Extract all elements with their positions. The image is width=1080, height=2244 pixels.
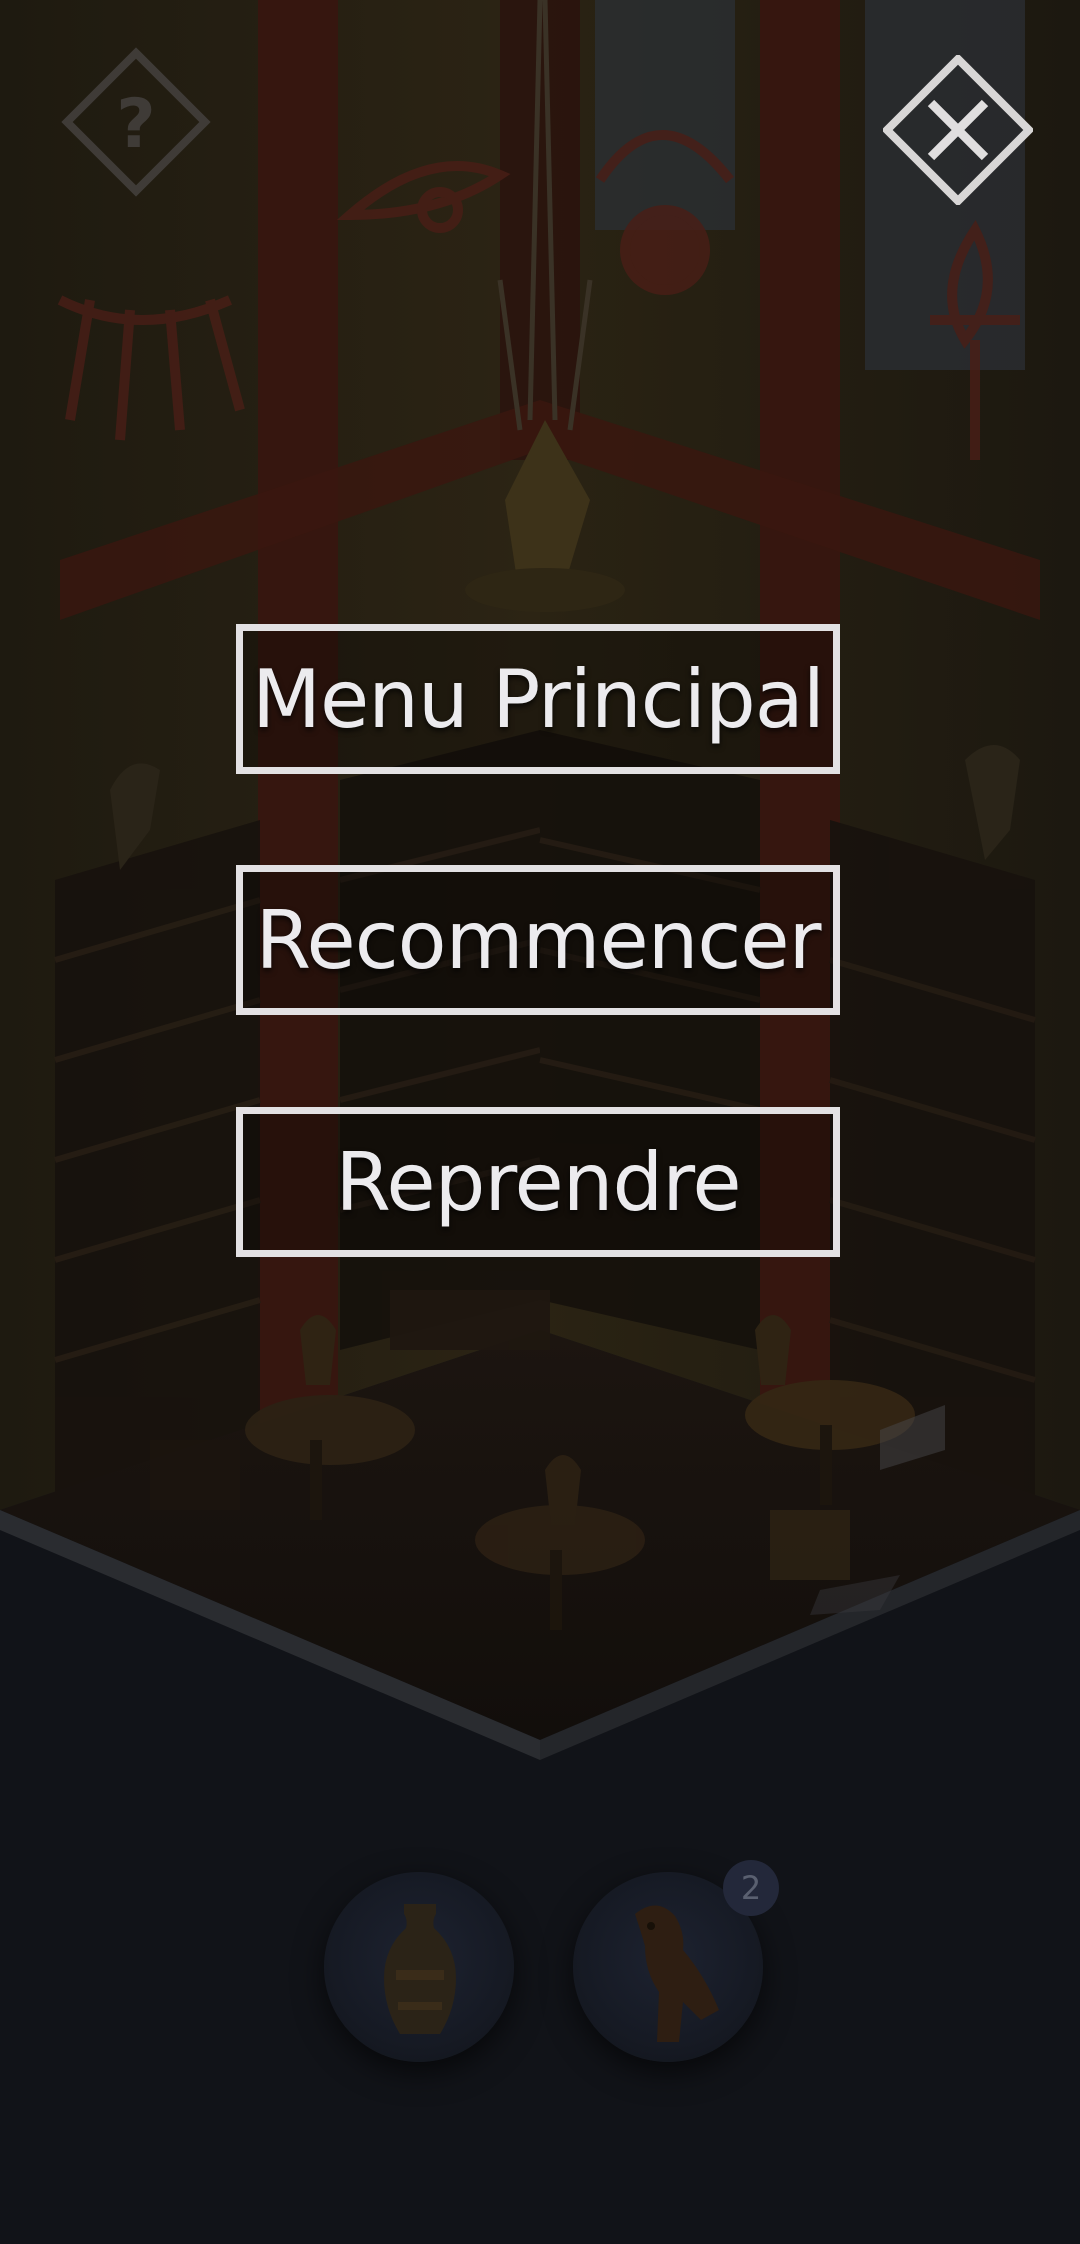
resume-label: Reprendre — [335, 1135, 741, 1229]
help-button[interactable]: ? — [61, 47, 211, 197]
vase-icon — [384, 1904, 456, 2034]
resume-button[interactable]: Reprendre — [236, 1107, 840, 1257]
restart-label: Recommencer — [255, 893, 821, 987]
close-x-diamond-icon — [881, 53, 1035, 207]
close-button[interactable] — [881, 53, 1035, 207]
game-screen: ? Menu Principal Recommencer Reprendre 2 — [0, 0, 1080, 2244]
main-menu-label: Menu Principal — [252, 652, 825, 746]
inventory-slot-vase[interactable] — [324, 1872, 514, 2062]
main-menu-button[interactable]: Menu Principal — [236, 624, 840, 774]
item-count-badge: 2 — [723, 1860, 779, 1916]
question-mark-diamond-icon: ? — [61, 47, 211, 197]
restart-button[interactable]: Recommencer — [236, 865, 840, 1015]
svg-text:?: ? — [116, 85, 155, 164]
item-count-label: 2 — [740, 1869, 762, 1907]
